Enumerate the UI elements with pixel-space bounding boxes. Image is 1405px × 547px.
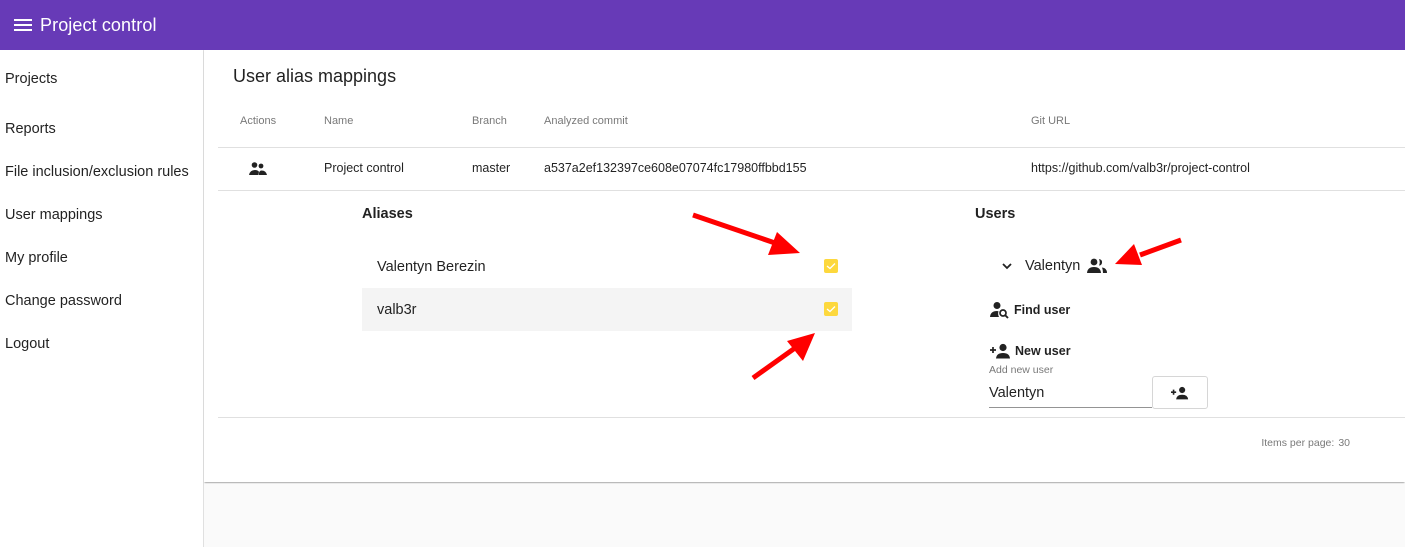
items-per-page-label: Items per page:	[1261, 437, 1335, 449]
sidebar-item-change-password[interactable]: Change password	[0, 272, 203, 315]
column-header-commit[interactable]: Analyzed commit	[544, 115, 628, 127]
sidebar-item-projects[interactable]: Projects	[0, 50, 203, 100]
paginator: Items per page: 30	[1261, 437, 1350, 449]
page-title: User alias mappings	[233, 66, 397, 86]
alias-checkbox[interactable]	[824, 302, 838, 316]
sidebar-item-my-profile[interactable]: My profile	[0, 229, 203, 272]
main-content: User alias mappings Actions Name Branch …	[204, 50, 1405, 547]
group-icon	[1087, 258, 1108, 273]
find-user-button[interactable]: Find user	[990, 301, 1070, 319]
alias-item[interactable]: valb3r	[362, 288, 852, 331]
divider	[218, 417, 1405, 418]
user-tree-node[interactable]: Valentyn	[1000, 256, 1108, 276]
divider	[218, 190, 1405, 191]
alias-item[interactable]: Valentyn Berezin	[362, 245, 852, 288]
sidebar-item-user-mappings[interactable]: User mappings	[0, 186, 203, 229]
sidebar-item-file-rules[interactable]: File inclusion/exclusion rules	[0, 143, 203, 186]
menu-icon	[14, 19, 32, 31]
sidebar-item-reports[interactable]: Reports	[0, 100, 203, 143]
column-header-git-url[interactable]: Git URL	[1031, 115, 1070, 127]
app-title: Project control	[40, 14, 157, 35]
user-name: Valentyn	[1025, 258, 1081, 274]
check-icon	[826, 306, 836, 313]
new-user-input[interactable]	[989, 378, 1152, 408]
items-per-page-select[interactable]: 30	[1338, 437, 1350, 449]
alias-name: Valentyn Berezin	[377, 258, 486, 275]
chevron-down-icon[interactable]	[1000, 259, 1014, 273]
person-add-icon	[990, 343, 1010, 359]
column-header-branch[interactable]: Branch	[472, 115, 507, 127]
mappings-card: User alias mappings Actions Name Branch …	[204, 50, 1405, 482]
project-name: Project control	[324, 161, 404, 175]
sidebar: Projects Reports File inclusion/exclusio…	[0, 50, 204, 547]
column-header-name[interactable]: Name	[324, 115, 353, 127]
users-title: Users	[975, 206, 1016, 222]
app-toolbar: Project control	[0, 0, 1405, 50]
add-user-button[interactable]	[1152, 376, 1208, 409]
person-search-icon	[990, 302, 1009, 319]
person-add-icon	[1171, 386, 1189, 399]
check-icon	[826, 263, 836, 270]
project-git-url: https://github.com/valb3r/project-contro…	[1031, 161, 1250, 175]
divider	[218, 147, 1405, 148]
alias-checkbox[interactable]	[824, 259, 838, 273]
new-user-button[interactable]: New user	[990, 343, 1071, 359]
new-user-label: New user	[1015, 344, 1071, 358]
column-header-actions: Actions	[240, 115, 277, 127]
find-user-label: Find user	[1014, 303, 1071, 317]
project-commit: a537a2ef132397ce608e07074fc17980ffbbd155	[544, 161, 807, 175]
new-user-input-label: Add new user	[989, 364, 1054, 376]
project-branch: master	[472, 161, 511, 175]
group-icon	[249, 162, 267, 175]
aliases-title: Aliases	[362, 206, 413, 222]
menu-button[interactable]	[13, 15, 33, 35]
user-mapping-action-button[interactable]	[248, 161, 268, 177]
sidebar-item-logout[interactable]: Logout	[0, 315, 203, 358]
alias-name: valb3r	[377, 301, 417, 318]
